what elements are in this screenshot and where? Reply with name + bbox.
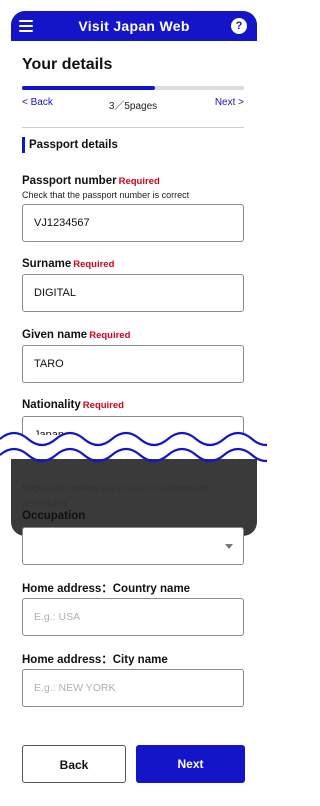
required-badge: Required [89, 330, 131, 341]
surname-label: Surname Required [22, 258, 114, 270]
back-button[interactable]: Back [22, 745, 126, 783]
required-badge: Required [118, 176, 160, 187]
registration-note-line1: Registration makes entry easier in subse… [22, 483, 208, 493]
step-navigation: < Back 3／5pages Next > [22, 97, 244, 112]
phone-screen: Visit Japan Web ? Your details < Back 3／… [11, 11, 257, 454]
page-title: Your details [22, 56, 113, 73]
home-city-label: Home address：City name [22, 654, 168, 666]
registration-note-line2: procedures [22, 498, 68, 508]
nav-next-link[interactable]: Next > [215, 97, 244, 108]
occupation-select[interactable] [22, 527, 244, 565]
progress-bar [22, 86, 244, 90]
progress-fill [22, 86, 156, 90]
occupation-label: Occupation [22, 510, 86, 522]
app-header: Visit Japan Web ? [11, 11, 257, 41]
chevron-down-icon [225, 544, 233, 549]
given-name-input[interactable]: TARO [22, 345, 244, 383]
given-name-label: Given name Required [22, 329, 130, 341]
surname-input[interactable]: DIGITAL [22, 274, 244, 312]
next-button[interactable]: Next [136, 745, 245, 783]
nationality-label-text: Nationality [22, 399, 81, 411]
app-title: Visit Japan Web [78, 18, 190, 34]
passport-number-label: Passport number Required [22, 175, 160, 187]
help-icon[interactable]: ? [231, 18, 247, 34]
passport-number-input[interactable]: VJ1234567 [22, 204, 244, 242]
wave-divider [0, 431, 267, 463]
passport-hint: Check that the passport number is correc… [22, 190, 190, 200]
given-label-text: Given name [22, 329, 88, 341]
section-title: Passport details [22, 137, 118, 153]
passport-label-text: Passport number [22, 175, 117, 187]
home-country-input[interactable]: E.g.: USA [22, 598, 244, 636]
home-country-label: Home address：Country name [22, 583, 191, 595]
required-badge: Required [73, 259, 115, 270]
nationality-label: Nationality Required [22, 399, 124, 411]
divider [22, 127, 244, 128]
home-city-input[interactable]: E.g.: NEW YORK [22, 669, 244, 707]
surname-label-text: Surname [22, 258, 72, 270]
required-badge: Required [82, 400, 124, 411]
page-indicator: 3／5pages [108, 101, 158, 112]
